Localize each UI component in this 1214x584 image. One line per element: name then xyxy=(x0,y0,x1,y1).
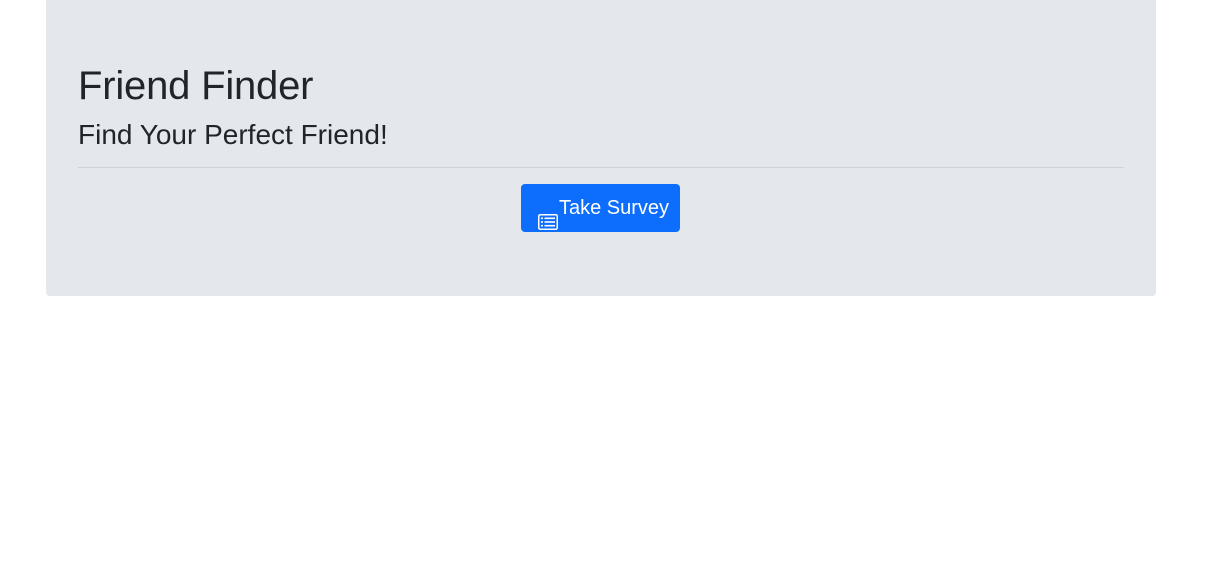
take-survey-label: Take Survey xyxy=(559,197,670,219)
jumbotron: Friend Finder Find Your Perfect Friend! … xyxy=(46,0,1156,296)
page-title: Friend Finder xyxy=(78,64,314,108)
divider xyxy=(78,167,1124,168)
list-alt-icon xyxy=(538,200,558,230)
page-subtitle: Find Your Perfect Friend! xyxy=(78,119,388,150)
take-survey-button[interactable]: Take Survey xyxy=(521,184,680,232)
